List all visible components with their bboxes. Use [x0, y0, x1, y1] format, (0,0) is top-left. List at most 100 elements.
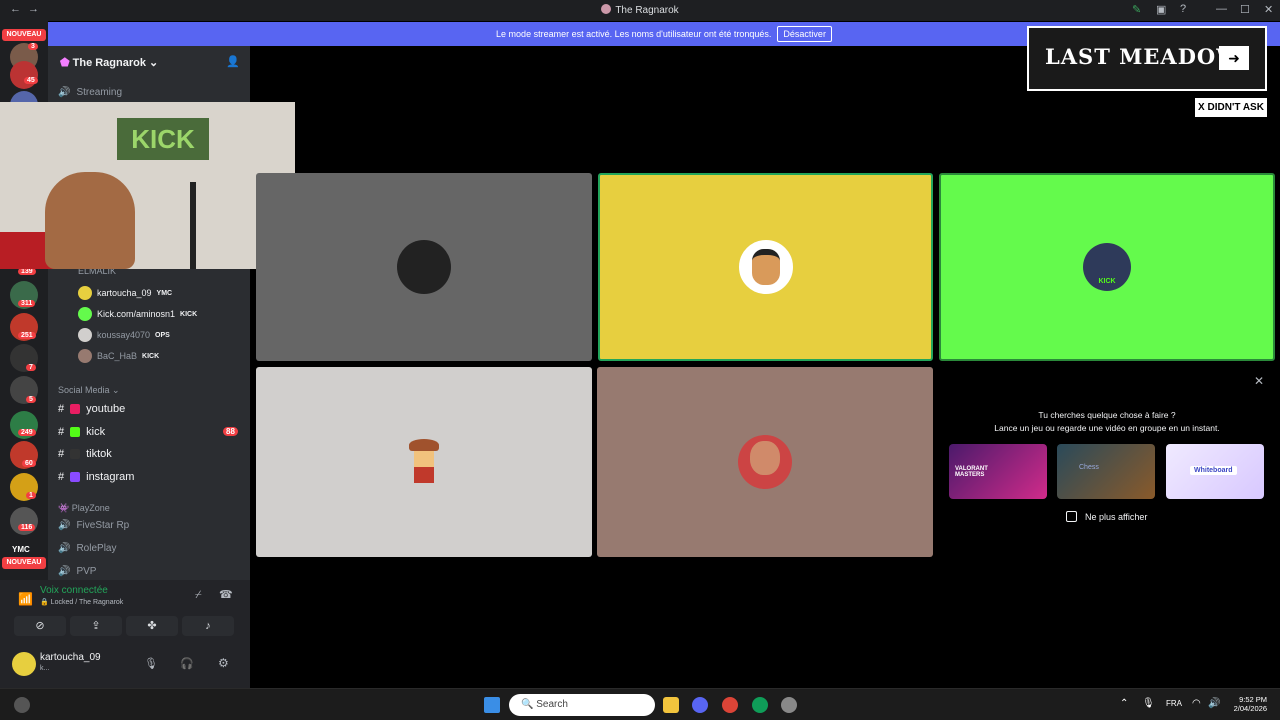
close-window-icon[interactable]: ✕	[1264, 3, 1273, 16]
participant-tile[interactable]	[256, 173, 592, 361]
chevron-up-icon[interactable]: ⌃	[1120, 698, 1128, 709]
member-item[interactable]: koussay4070 OPS	[78, 328, 170, 342]
category-social-media[interactable]: Social Media ⌄	[58, 385, 120, 396]
avatar	[397, 240, 451, 294]
participant-tile[interactable]	[597, 367, 933, 557]
maximize-icon[interactable]: ☐	[1240, 3, 1250, 16]
nitro-icon[interactable]: ✎	[1132, 3, 1141, 16]
windows-start-icon[interactable]	[484, 697, 500, 713]
avatar	[78, 349, 92, 363]
avatar[interactable]	[12, 652, 36, 676]
add-member-icon[interactable]: 👤	[226, 55, 240, 68]
chrome-icon[interactable]	[752, 697, 768, 713]
channel-kick[interactable]: # kick	[58, 426, 105, 438]
color-square	[70, 472, 81, 482]
member-item[interactable]: kartoucha_09 YMC	[78, 286, 172, 300]
member-item[interactable]: Kick.com/aminosn1 KICK	[78, 307, 197, 321]
camera-button[interactable]: ⊘	[14, 616, 66, 636]
clock[interactable]: 9:52 PM 2/04/2026	[1227, 695, 1267, 713]
file-explorer-icon[interactable]	[663, 697, 679, 713]
member-name: koussay4070	[97, 330, 151, 340]
mention-badge: 45	[24, 77, 38, 84]
server-header[interactable]: ⬟ The Ragnarok ⌄ 👤	[48, 46, 250, 78]
avatar	[738, 435, 792, 489]
hash-icon: #	[58, 448, 65, 460]
channel-label: kick	[86, 426, 106, 438]
username: kartoucha_09	[40, 652, 101, 663]
activity-line1: Tu cherches quelque chose à faire ?	[1038, 410, 1176, 420]
voice-panel: 📶 Voix connectée 🔒 Locked / The Ragnarok…	[0, 580, 250, 688]
screen-share-button[interactable]: ⇪	[70, 616, 122, 636]
language-indicator[interactable]: FRA	[1166, 699, 1182, 708]
mention-badge: 1	[26, 492, 36, 499]
wifi-icon[interactable]: ◠	[1192, 698, 1201, 709]
unread-badge: 88	[223, 427, 238, 436]
voice-channel[interactable]: 🔊 FiveStar Rp	[58, 520, 129, 531]
avatar	[78, 286, 92, 300]
participant-tile-speaking[interactable]: KICK	[939, 173, 1275, 361]
participant-tile-speaking[interactable]	[598, 173, 933, 361]
activity-card-chess[interactable]: Chess	[1057, 444, 1155, 499]
voice-channel[interactable]: 🔊 RolePlay	[58, 543, 116, 554]
noise-icon[interactable]: ⌿	[195, 589, 202, 602]
color-square	[70, 427, 81, 437]
volume-icon[interactable]: 🔊	[1208, 698, 1220, 709]
dont-show-label: Ne plus afficher	[1085, 512, 1148, 522]
window-title: The Ragnarok	[0, 4, 1280, 16]
voice-channel[interactable]: 🔊 PVP	[58, 566, 96, 577]
disable-streamer-button[interactable]: Désactiver	[777, 26, 832, 42]
channel-label: tiktok	[86, 448, 112, 460]
mention-badge: 251	[18, 332, 36, 339]
rocket-icon: ✤	[147, 620, 157, 632]
arrow-icon: ➜	[1219, 46, 1249, 70]
soundboard-button[interactable]: ♪	[182, 616, 234, 636]
member-item[interactable]: BaC_HaB KICK	[78, 349, 159, 363]
member-name: kartoucha_09	[97, 288, 152, 298]
channel-youtube[interactable]: # youtube	[58, 403, 125, 415]
taskbar-search[interactable]: 🔍 Search	[509, 694, 655, 716]
mic-arm	[190, 182, 250, 269]
minimize-icon[interactable]: —	[1216, 3, 1227, 15]
close-icon[interactable]: ✕	[1254, 374, 1264, 388]
avatar-face	[750, 441, 780, 475]
avatar	[738, 240, 793, 294]
kick-sign: KICK	[117, 118, 209, 160]
participant-tile[interactable]	[256, 367, 592, 557]
time: 9:52 PM	[1239, 695, 1267, 704]
server-boost-icon: ⬟	[60, 57, 70, 69]
channel-tiktok[interactable]: # tiktok	[58, 448, 112, 460]
app-icon[interactable]	[781, 697, 797, 713]
member-name: BaC_HaB	[97, 351, 138, 361]
channel-instagram[interactable]: # instagram	[58, 471, 134, 483]
server-icon[interactable]	[10, 61, 38, 89]
card-label: Whiteboard	[1190, 466, 1237, 475]
activity-card-whiteboard[interactable]: Whiteboard	[1166, 444, 1264, 499]
category-playzone[interactable]: 👾 PlayZone	[58, 503, 110, 514]
member-tag: KICK	[180, 310, 198, 318]
discord-icon[interactable]	[692, 697, 708, 713]
help-icon[interactable]: ?	[1180, 3, 1186, 15]
voice-status[interactable]: Voix connectée	[40, 585, 108, 596]
color-square	[70, 404, 81, 414]
speaker-icon: 🔊	[58, 543, 71, 554]
speaker-icon: 🔊	[58, 520, 71, 531]
dont-show-checkbox[interactable]	[1066, 511, 1077, 522]
avatar-body	[414, 467, 434, 483]
widgets-icon[interactable]	[14, 697, 30, 713]
gear-icon[interactable]: ⚙	[218, 656, 229, 670]
headphones-icon[interactable]: 🎧	[180, 657, 194, 670]
mic-icon[interactable]: 🎙	[1142, 698, 1155, 709]
activities-button[interactable]: ✤	[126, 616, 178, 636]
disconnect-icon[interactable]: ☎	[219, 588, 233, 601]
search-placeholder: Search	[536, 699, 568, 710]
activity-card-valorant[interactable]: VALORANT MASTERS	[949, 444, 1047, 499]
chrome-icon[interactable]	[722, 697, 738, 713]
category-label: Social Media	[58, 385, 110, 395]
mic-icon[interactable]: 🎙	[144, 657, 158, 670]
mention-badge: 249	[18, 429, 36, 436]
screen-icon[interactable]: ▣	[1156, 3, 1166, 16]
avatar-face	[751, 249, 780, 285]
new-badge: NOUVEAU	[2, 557, 46, 569]
voice-channel-streaming[interactable]: 🔊 Streaming	[58, 87, 122, 98]
gamepad-icon: 👾	[58, 503, 70, 513]
